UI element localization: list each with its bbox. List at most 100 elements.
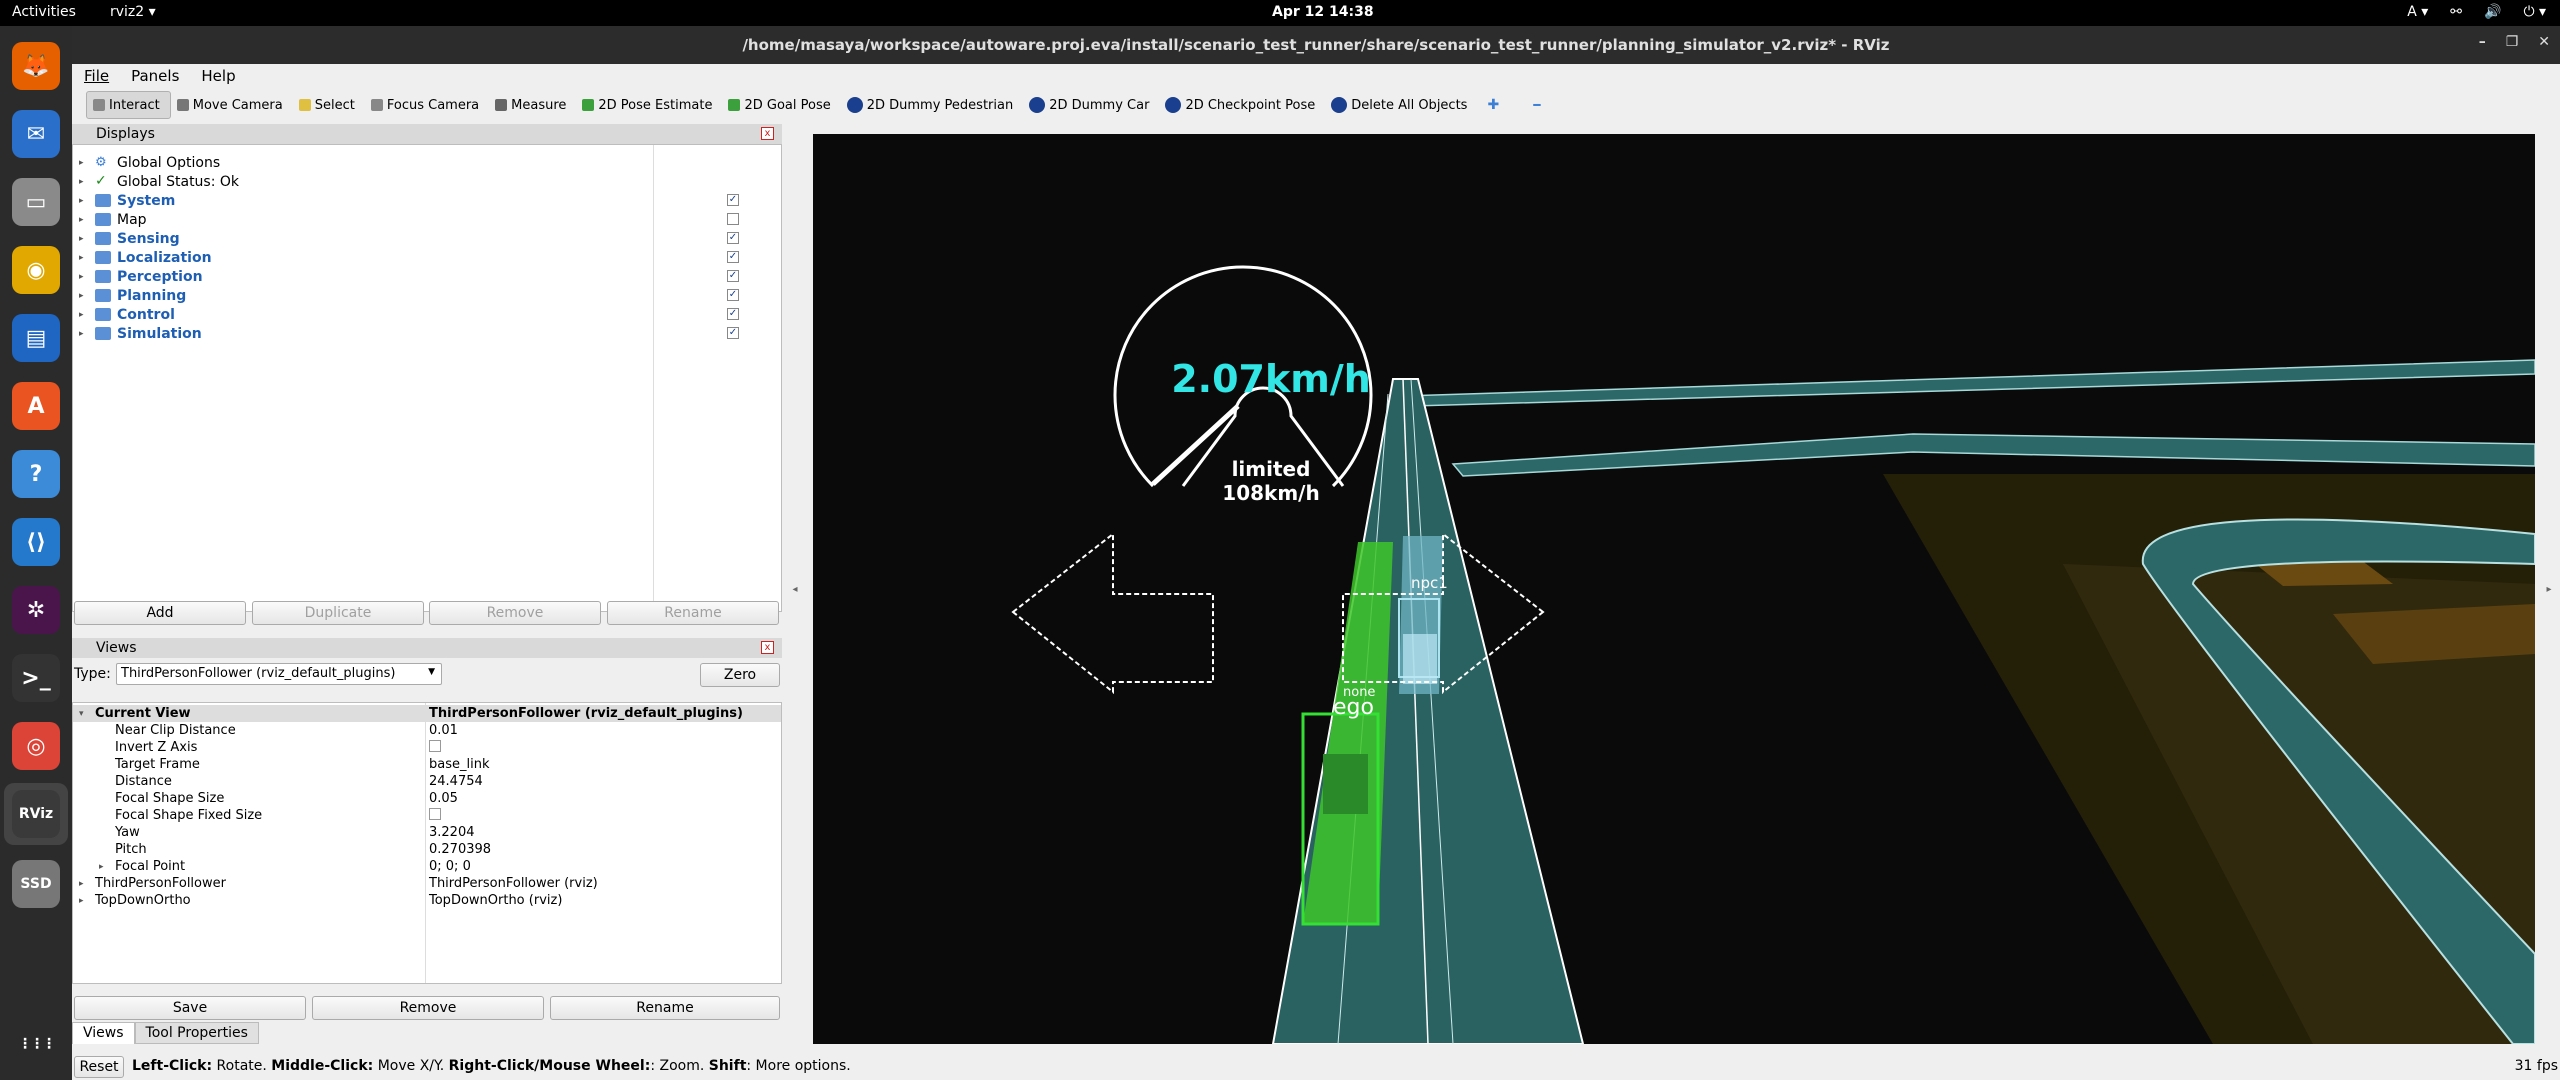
display-item[interactable]: ▸ System (73, 191, 653, 210)
network-icon[interactable]: ⚯ (2450, 4, 2462, 20)
maximize-icon[interactable]: ❐ (2506, 34, 2519, 50)
display-enable-checkbox[interactable]: ✓ (727, 327, 739, 339)
close-icon[interactable]: ✕ (2538, 34, 2550, 50)
tool-focus-camera[interactable]: Focus Camera (365, 91, 489, 119)
expand-arrow-icon[interactable]: ▸ (79, 879, 84, 889)
expand-arrow-icon[interactable]: ▸ (79, 329, 84, 339)
view-property-row[interactable]: Pitch 0.270398 (73, 841, 781, 858)
display-item[interactable]: ▸ Simulation (73, 324, 653, 343)
show-applications-icon[interactable]: ⋮⋮⋮ (12, 1020, 60, 1068)
display-item[interactable]: ▸ Map (73, 210, 653, 229)
expand-arrow-icon[interactable]: ▸ (79, 196, 84, 206)
display-enable-checkbox[interactable]: ✓ (727, 194, 739, 206)
expand-arrow-icon[interactable]: ▸ (79, 253, 84, 263)
expand-arrow-icon[interactable]: ▸ (79, 215, 84, 225)
expand-arrow-icon[interactable]: ▸ (79, 896, 84, 906)
prop-value[interactable]: 0; 0; 0 (429, 859, 471, 874)
expand-arrow-icon[interactable]: ▸ (79, 272, 84, 282)
clock[interactable]: Apr 12 14:38 (1272, 4, 1374, 20)
display-enable-checkbox[interactable]: ✓ (727, 232, 739, 244)
help-icon[interactable]: ? (12, 450, 60, 498)
display-enable-checkbox[interactable]: ✓ (727, 289, 739, 301)
display-item[interactable]: ▸ Perception (73, 267, 653, 286)
collapse-arrow-icon[interactable]: ▾ (79, 709, 84, 719)
displays-tree[interactable]: ▸ ⚙ Global Options ▸ ✓ Global Status: Ok ▸ Syst… (72, 144, 782, 612)
tool-2d-dummy-car[interactable]: 2D Dummy Car (1023, 91, 1159, 119)
volume-icon[interactable]: 🔊 (2484, 4, 2501, 20)
system-tray[interactable]: A ▾ ⚯ 🔊 ⏻ ▾ (2407, 4, 2546, 20)
display-item[interactable]: ▸ Sensing (73, 229, 653, 248)
tab-tool-properties[interactable]: Tool Properties (134, 1022, 259, 1044)
menu-file[interactable]: File (84, 67, 109, 85)
remove-display-button[interactable]: Remove (429, 601, 601, 625)
vscode-icon[interactable]: ⟨⟩ (12, 518, 60, 566)
panel-splitter-right[interactable]: ▸ (2542, 134, 2556, 1044)
panel-splitter-left[interactable]: ◂ (788, 134, 802, 1044)
view-property-row[interactable]: Near Clip Distance 0.01 (73, 722, 781, 739)
duplicate-button[interactable]: Duplicate (252, 601, 424, 625)
saved-view-row[interactable]: ▸ ThirdPersonFollower ThirdPersonFollower … (73, 875, 781, 892)
rename-view-button[interactable]: Rename (550, 996, 780, 1020)
display-item[interactable]: ▸ Planning (73, 286, 653, 305)
expand-arrow-icon[interactable]: ▸ (79, 291, 84, 301)
expand-arrow-icon[interactable]: ▸ (99, 862, 104, 872)
view-property-row[interactable]: Focal Shape Size 0.05 (73, 790, 781, 807)
tool-2d-checkpoint-pose[interactable]: 2D Checkpoint Pose (1159, 91, 1325, 119)
chrome-icon[interactable]: ◎ (12, 722, 60, 770)
view-property-row[interactable]: Focal Shape Fixed Size (73, 807, 781, 824)
rhythmbox-icon[interactable]: ◉ (12, 246, 60, 294)
prop-value[interactable]: 0.01 (429, 723, 458, 738)
expand-arrow-icon[interactable]: ▸ (79, 234, 84, 244)
view-property-row[interactable]: Invert Z Axis (73, 739, 781, 756)
app-menu[interactable]: rviz2 ▾ (110, 4, 156, 20)
zero-button[interactable]: Zero (700, 663, 780, 687)
ssd-icon[interactable]: SSD (12, 860, 60, 908)
display-enable-checkbox[interactable]: ✓ (727, 251, 739, 263)
prop-value[interactable]: 3.2204 (429, 825, 475, 840)
expand-arrow-icon[interactable]: ▸ (79, 158, 84, 168)
thunderbird-icon[interactable]: ✉ (12, 110, 60, 158)
tool-move-camera[interactable]: Move Camera (171, 91, 293, 119)
menu-help[interactable]: Help (201, 67, 235, 85)
tool-2d-pose-estimate[interactable]: 2D Pose Estimate (576, 91, 722, 119)
display-item[interactable]: ▸ ⚙ Global Options (73, 153, 653, 172)
display-item[interactable]: ▸ ✓ Global Status: Ok (73, 172, 653, 191)
firefox-icon[interactable]: 🦊 (12, 42, 60, 90)
tool-select[interactable]: Select (293, 91, 365, 119)
save-view-button[interactable]: Save (74, 996, 306, 1020)
view-property-row[interactable]: Target Frame base_link (73, 756, 781, 773)
tool-delete-all-objects[interactable]: Delete All Objects (1325, 91, 1477, 119)
tool-2d-goal-pose[interactable]: 2D Goal Pose (722, 91, 840, 119)
render-viewport[interactable]: ego none npc1 2.07km/h limited 108km/h (813, 134, 2535, 1044)
terminal-icon[interactable]: >_ (12, 654, 60, 702)
add-tool-icon[interactable]: ✚ (1487, 97, 1499, 113)
display-enable-checkbox[interactable] (727, 213, 739, 225)
view-type-select[interactable]: ThirdPersonFollower (rviz_default_plugin… (116, 663, 442, 685)
software-icon[interactable]: A (12, 382, 60, 430)
remove-view-button[interactable]: Remove (312, 996, 544, 1020)
prop-checkbox[interactable] (429, 739, 441, 756)
tool-measure[interactable]: Measure (489, 91, 576, 119)
current-view-row[interactable]: ▾ Current View ThirdPersonFollower (rviz_d… (73, 705, 781, 722)
window-titlebar[interactable]: /home/masaya/workspace/autoware.proj.eva… (72, 26, 2560, 64)
rename-display-button[interactable]: Rename (607, 601, 779, 625)
close-icon[interactable]: x (761, 127, 774, 140)
view-property-row[interactable]: Yaw 3.2204 (73, 824, 781, 841)
display-enable-checkbox[interactable]: ✓ (727, 308, 739, 320)
prop-checkbox[interactable] (429, 807, 441, 824)
expand-arrow-icon[interactable]: ▸ (79, 177, 84, 187)
prop-value[interactable]: 24.4754 (429, 774, 483, 789)
expand-arrow-icon[interactable]: ▸ (79, 310, 84, 320)
add-button[interactable]: Add (74, 601, 246, 625)
files-icon[interactable]: ▭ (12, 178, 60, 226)
reset-button[interactable]: Reset (74, 1056, 124, 1078)
display-enable-checkbox[interactable]: ✓ (727, 270, 739, 282)
slack-icon[interactable]: ✲ (12, 586, 60, 634)
remove-tool-icon[interactable]: ━ (1533, 98, 1540, 112)
view-property-row[interactable]: Distance 24.4754 (73, 773, 781, 790)
writer-icon[interactable]: ▤ (12, 314, 60, 362)
close-icon[interactable]: x (761, 641, 774, 654)
display-item[interactable]: ▸ Localization (73, 248, 653, 267)
menu-panels[interactable]: Panels (131, 67, 179, 85)
tray-item[interactable]: A ▾ (2407, 4, 2428, 20)
